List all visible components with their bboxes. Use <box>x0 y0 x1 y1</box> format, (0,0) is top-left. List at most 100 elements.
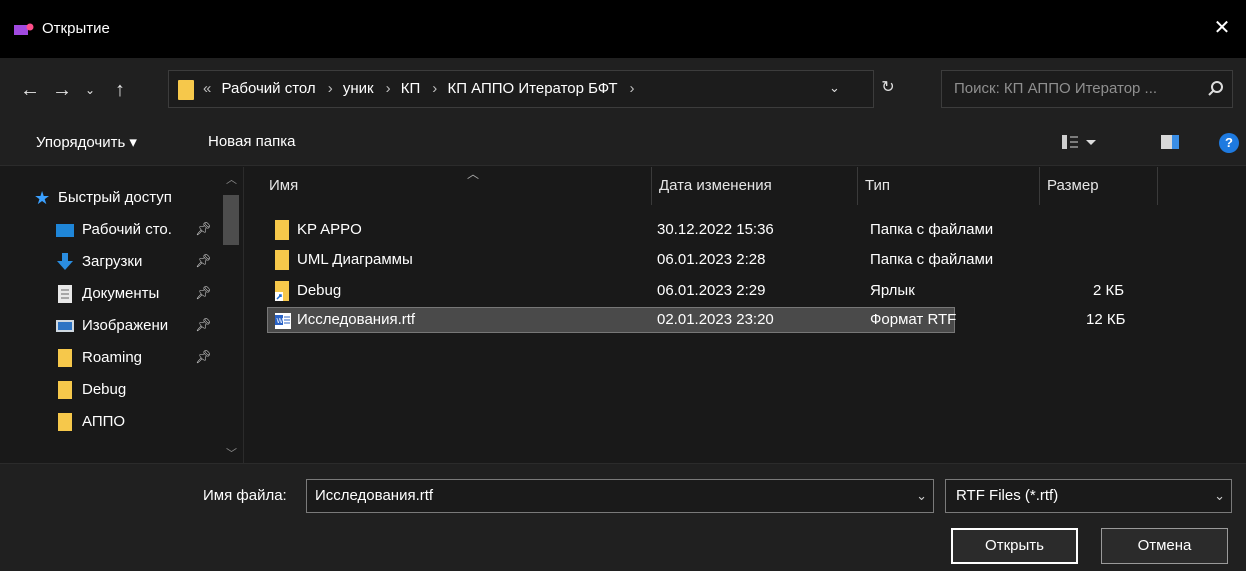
sidebar-item-desktop[interactable]: Рабочий сто. 📌︎ <box>0 215 220 245</box>
close-button[interactable]: ✕ <box>1208 14 1236 42</box>
sidebar-item-label: Roaming <box>82 349 143 366</box>
window-title: Открытие <box>42 20 110 37</box>
toolbar: Упорядочить ▾ Новая папка ? <box>0 120 1246 166</box>
breadcrumb-overflow[interactable]: « <box>203 80 211 97</box>
file-type: Ярлык <box>870 282 915 299</box>
folder-icon <box>58 349 72 367</box>
sidebar-item-downloads[interactable]: Загрузки 📌︎ <box>0 247 220 277</box>
sort-ascending-icon: ︿ <box>467 167 480 181</box>
sidebar-scrollbar[interactable]: ︿ ﹀ <box>219 167 243 463</box>
file-date: 30.12.2022 15:36 <box>657 221 774 238</box>
file-name: Debug <box>297 282 342 299</box>
view-options-icon[interactable] <box>1062 132 1100 152</box>
scroll-up-icon[interactable]: ︿ <box>226 171 237 187</box>
pin-icon: 📌︎ <box>195 285 212 300</box>
breadcrumb-separator[interactable]: › <box>386 80 391 97</box>
sidebar-item-label: Быстрый доступ <box>58 189 172 206</box>
file-date: 02.01.2023 23:20 <box>657 311 774 328</box>
column-header-date[interactable]: Дата изменения <box>657 167 857 205</box>
chevron-down-icon[interactable]: ⌄ <box>1214 488 1225 504</box>
column-divider[interactable] <box>651 167 652 205</box>
breadcrumb-unik[interactable]: уник <box>343 80 374 97</box>
refresh-icon[interactable]: ↻ <box>878 70 898 106</box>
folder-icon <box>58 381 72 399</box>
address-bar[interactable]: « Рабочий стол › уник › КП › КП АППО Итерат… <box>168 70 874 108</box>
scroll-down-icon[interactable]: ﹀ <box>226 445 237 461</box>
sidebar-item-debug[interactable]: Debug <box>0 375 220 405</box>
sidebar-item-quick-access[interactable]: ★ Быстрый доступ <box>0 183 220 213</box>
cancel-button[interactable]: Отмена <box>1101 528 1228 564</box>
folder-icon <box>275 220 289 240</box>
column-divider[interactable] <box>1157 167 1158 205</box>
filetype-select[interactable]: RTF Files (*.rtf) ⌄ <box>945 479 1232 513</box>
pin-icon: 📌︎ <box>195 221 212 236</box>
footer-bar: Имя файла: Исследования.rtf ⌄ RTF Files … <box>0 463 1246 571</box>
address-chevron-down-icon[interactable]: ⌄ <box>829 80 840 96</box>
file-row-selected[interactable]: W Исследования.rtf 02.01.2023 23:20 Форм… <box>267 307 1125 333</box>
document-icon <box>58 285 72 303</box>
recent-chevron-down-icon[interactable]: ⌄ <box>78 78 102 102</box>
svg-text:W: W <box>277 318 284 325</box>
breadcrumb-current[interactable]: КП АППО Итератор БФТ <box>447 80 617 97</box>
file-type: Формат RTF <box>870 311 957 328</box>
folder-icon <box>58 413 72 431</box>
shortcut-icon <box>275 281 289 301</box>
sidebar-item-label: Загрузки <box>82 253 143 270</box>
search-input[interactable]: Поиск: КП АППО Итератор ... <box>941 70 1233 108</box>
sidebar-item-label: Рабочий сто. <box>82 221 172 238</box>
scrollbar-thumb[interactable] <box>223 195 239 245</box>
breadcrumb-desktop[interactable]: Рабочий стол <box>222 80 316 97</box>
file-type: Папка с файлами <box>870 221 994 238</box>
breadcrumb-separator[interactable]: › <box>328 80 333 97</box>
sidebar-item-appo[interactable]: АППО <box>0 407 220 437</box>
preview-pane-icon[interactable] <box>1160 132 1180 152</box>
column-divider[interactable] <box>857 167 858 205</box>
sidebar-item-label: Изображени <box>82 317 169 334</box>
forward-arrow-icon[interactable]: → <box>50 78 74 102</box>
column-header-label: Размер <box>1047 177 1099 194</box>
up-arrow-icon[interactable]: ↑ <box>108 78 132 102</box>
help-icon[interactable]: ? <box>1219 133 1239 153</box>
column-header-type[interactable]: Тип <box>863 167 1039 205</box>
breadcrumb-kp[interactable]: КП <box>401 80 421 97</box>
sidebar-item-documents[interactable]: Документы 📌︎ <box>0 279 220 309</box>
file-row[interactable]: KP APPO 30.12.2022 15:36 Папка с файлами <box>267 217 993 243</box>
filename-field[interactable]: Исследования.rtf ⌄ <box>306 479 934 513</box>
file-row[interactable]: UML Диаграммы 06.01.2023 2:28 Папка с фа… <box>267 247 993 273</box>
search-icon[interactable] <box>1206 79 1226 99</box>
new-folder-button[interactable]: Новая папка <box>208 133 295 150</box>
open-button[interactable]: Открыть <box>951 528 1078 564</box>
sidebar-item-label: Debug <box>82 381 127 398</box>
filename-label: Имя файла: <box>203 487 287 504</box>
desktop-icon <box>56 224 74 237</box>
column-header-name[interactable]: ︿ Имя <box>267 167 653 205</box>
breadcrumb-separator[interactable]: › <box>432 80 437 97</box>
pin-icon: 📌︎ <box>195 317 212 332</box>
download-icon <box>57 253 73 270</box>
navigation-pane: ★ Быстрый доступ Рабочий сто. 📌︎ Загрузк… <box>0 167 244 463</box>
pin-icon: 📌︎ <box>195 253 212 268</box>
filetype-value: RTF Files (*.rtf) <box>956 487 1059 504</box>
file-size: 2 КБ <box>1093 282 1125 299</box>
back-arrow-icon[interactable]: ← <box>18 78 42 102</box>
sidebar-item-label: АППО <box>82 413 126 430</box>
file-row[interactable]: Debug 06.01.2023 2:29 Ярлык 2 КБ <box>267 278 1124 304</box>
title-bar: Открытие ✕ <box>0 0 1246 58</box>
column-header-size[interactable]: Размер <box>1045 167 1157 205</box>
chevron-down-icon[interactable]: ⌄ <box>916 488 927 504</box>
file-date: 06.01.2023 2:28 <box>657 251 766 268</box>
breadcrumb: « Рабочий стол › уник › КП › КП АППО Итерат… <box>203 80 641 97</box>
sidebar-item-roaming[interactable]: Roaming 📌︎ <box>0 343 220 373</box>
sidebar-item-pictures[interactable]: Изображени 📌︎ <box>0 311 220 341</box>
file-list: ︿ Имя Дата изменения Тип Размер KP APPO … <box>245 167 1246 463</box>
star-icon: ★ <box>34 188 51 208</box>
file-name: UML Диаграммы <box>297 251 413 268</box>
folder-icon <box>275 250 289 270</box>
app-icon <box>14 23 34 35</box>
breadcrumb-separator[interactable]: › <box>630 80 635 97</box>
organize-button[interactable]: Упорядочить ▾ <box>36 133 137 151</box>
column-divider[interactable] <box>1039 167 1040 205</box>
column-header-label: Тип <box>865 177 891 194</box>
rtf-file-icon: W <box>275 313 291 329</box>
folder-icon <box>178 80 194 100</box>
